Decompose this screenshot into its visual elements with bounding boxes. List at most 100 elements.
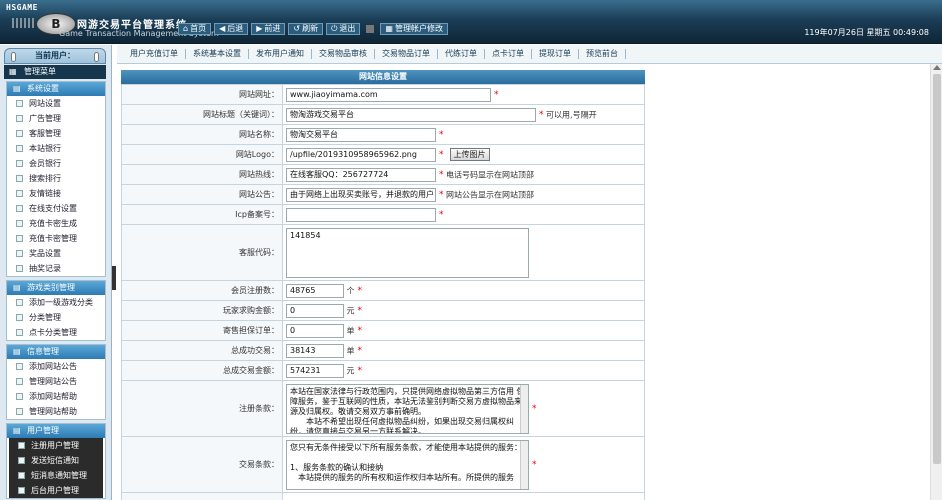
trade-terms-textarea[interactable]: 您只有无条件接受以下所有服务条款，才能使用本站提供的服务： 1、服务条款的确认和…	[286, 439, 529, 490]
sidebar-item[interactable]: 充值卡密管理	[7, 231, 105, 246]
sidebar-item[interactable]: 添加网站帮助	[7, 389, 105, 404]
group-header[interactable]: ▤ 游戏类别管理	[7, 281, 105, 295]
total-trades-input[interactable]: 38143	[286, 343, 344, 358]
field-cell: 38143 单 *	[282, 340, 645, 361]
refresh-icon: ↺	[293, 24, 301, 33]
page-icon	[16, 115, 23, 122]
tab-item-orders[interactable]: 交易物品订单	[375, 49, 438, 59]
total-amount-input[interactable]: 574231	[286, 363, 344, 378]
page-icon	[16, 393, 23, 400]
registration-terms-textarea[interactable]: 本站在国家法律与行政范围内，只提供网络虚拟物品第三方信用 保障服务，鉴于互联网的…	[286, 383, 529, 434]
page-icon	[16, 175, 23, 182]
form-row: 网站公告： 由于网络上出现买卖账号，并退款的用户 * 网站公告显示在网站顶部	[121, 184, 645, 205]
site-logo-input[interactable]: /upfile/2019310958965962.png	[286, 147, 436, 162]
sidebar-item[interactable]: 广告管理	[7, 111, 105, 126]
form-row: 客服代码： 141854	[121, 224, 645, 281]
sidebar-item[interactable]: 抽奖记录	[7, 261, 105, 276]
upload-image-button[interactable]: 上传图片	[449, 148, 490, 161]
buy-amount-input[interactable]: 0	[286, 303, 344, 318]
tab-preview-frontend[interactable]: 预览前台	[579, 49, 626, 59]
textarea-scrollbar[interactable]	[520, 384, 528, 433]
field-label: 寄售担保订单：	[121, 320, 283, 341]
tab-system-settings[interactable]: 系统基本设置	[186, 49, 249, 59]
required-mark: *	[532, 404, 537, 414]
refresh-button[interactable]: ↺ 刷新	[288, 23, 324, 35]
required-mark: *	[357, 366, 363, 376]
sidebar-item[interactable]: 添加一级游戏分类	[7, 295, 105, 310]
sidebar-item[interactable]: 充值卡密生成	[7, 216, 105, 231]
sidebar-item[interactable]: 奖品设置	[7, 246, 105, 261]
unit-label: 单	[346, 326, 355, 335]
tab-withdraw-orders[interactable]: 提现订单	[532, 49, 579, 59]
field-label: 网站公告：	[121, 184, 283, 205]
service-code-textarea[interactable]: 141854	[286, 227, 529, 278]
icp-input[interactable]	[286, 207, 436, 222]
logo-wings-decoration	[12, 18, 36, 28]
consign-orders-input[interactable]: 0	[286, 323, 344, 338]
top-header: HSGAME B 网游交易平台管理系统 Game Transaction Man…	[0, 0, 942, 44]
sidebar-splitter-handle[interactable]	[112, 266, 116, 290]
sidebar-item[interactable]: 短消息通知管理	[9, 468, 103, 483]
sidebar-item[interactable]: 友情链接	[7, 186, 105, 201]
group-title: 信息管理	[27, 347, 59, 356]
group-header[interactable]: ▤ 信息管理	[7, 345, 105, 359]
tab-user-recharge-orders[interactable]: 用户充值订单	[123, 49, 186, 59]
tab-item-review[interactable]: 交易物品审核	[312, 49, 375, 59]
sidebar-item-label: 广告管理	[29, 114, 61, 123]
sidebar-item[interactable]: 在线支付设置	[7, 201, 105, 216]
group-header[interactable]: ▤ 系统设置	[7, 82, 105, 96]
form-row: 网站标题（关键词）： 物淘游戏交易平台 * 可以用,号隔开	[121, 104, 645, 125]
page-scrollbar[interactable]	[930, 64, 942, 500]
page-icon	[18, 457, 25, 464]
field-hint: 可以用,号隔开	[546, 110, 597, 119]
page-icon	[16, 250, 23, 257]
tab-leveling-orders[interactable]: 代练订单	[438, 49, 485, 59]
logout-button[interactable]: ⏻ 退出	[326, 23, 361, 35]
field-label: 注册条款：	[121, 380, 283, 437]
site-notice-input[interactable]: 由于网络上出现买卖账号，并退款的用户	[286, 187, 436, 202]
sidebar-item[interactable]: 发送短信通知	[9, 453, 103, 468]
member-count-input[interactable]: 48765	[286, 283, 344, 298]
back-arrow-icon: ◀	[219, 24, 226, 33]
sidebar-item[interactable]: 添加网站公告	[7, 359, 105, 374]
field-cell: /upfile/2019310958965962.png * 上传图片	[282, 144, 645, 165]
account-settings-button[interactable]: ▦ 管理帐户修改	[380, 23, 448, 35]
group-header[interactable]: ▤ 用户管理	[7, 424, 105, 438]
sidebar-item[interactable]: 分类管理	[7, 310, 105, 325]
sidebar-item[interactable]: 注册用户管理	[9, 438, 103, 453]
scroll-up-arrow-icon[interactable]	[933, 65, 941, 70]
sidebar-item[interactable]: 管理网站帮助	[7, 404, 105, 419]
sidebar-item[interactable]: 本站银行	[7, 141, 105, 156]
textarea-scrollbar[interactable]	[520, 440, 528, 489]
sidebar-item[interactable]: 管理网站公告	[7, 374, 105, 389]
field-cell: 物淘游戏交易平台 * 可以用,号隔开	[282, 104, 645, 125]
site-name-input[interactable]: 物淘交易平台	[286, 127, 436, 142]
unit-label: 元	[346, 366, 355, 375]
site-url-input[interactable]: www.jiaoyimama.com	[286, 87, 491, 102]
back-button[interactable]: ◀ 后退	[214, 23, 249, 35]
sidebar-item[interactable]: 客服管理	[7, 126, 105, 141]
required-mark: *	[439, 150, 444, 160]
form-row: 总成功交易： 38143 单 *	[121, 340, 645, 361]
site-title-input[interactable]: 物淘游戏交易平台	[286, 107, 536, 122]
sidebar-item[interactable]: 点卡分类管理	[7, 325, 105, 340]
home-button[interactable]: ⌂ 首页	[178, 23, 212, 35]
group-icon: ▤	[13, 283, 21, 292]
datetime-display: 119年07月26日 星期五 00:49:08	[804, 28, 929, 37]
quick-links-bar: 用户充值订单 系统基本设置 发布用户通知 交易物品审核 交易物品订单 代练订单 …	[117, 45, 942, 64]
page-icon	[16, 363, 23, 370]
group-icon: ▤	[13, 347, 21, 356]
sidebar-item[interactable]: 会员银行	[7, 156, 105, 171]
forward-button[interactable]: ▶ 前进	[251, 23, 286, 35]
home-label: 首页	[190, 24, 207, 33]
tab-publish-notice[interactable]: 发布用户通知	[249, 49, 312, 59]
sidebar-item-label: 奖品设置	[29, 249, 61, 258]
sidebar-item[interactable]: 后台用户管理	[9, 483, 103, 498]
sidebar-item-label: 会员银行	[29, 159, 61, 168]
sidebar-item[interactable]: 搜索排行	[7, 171, 105, 186]
scroll-thumb[interactable]	[933, 74, 941, 464]
tab-card-orders[interactable]: 点卡订单	[485, 49, 532, 59]
sidebar-item-label: 添加网站帮助	[29, 392, 77, 401]
sidebar-item[interactable]: 网站设置	[7, 96, 105, 111]
hotline-input[interactable]: 在线客服QQ：256727724	[286, 167, 436, 182]
